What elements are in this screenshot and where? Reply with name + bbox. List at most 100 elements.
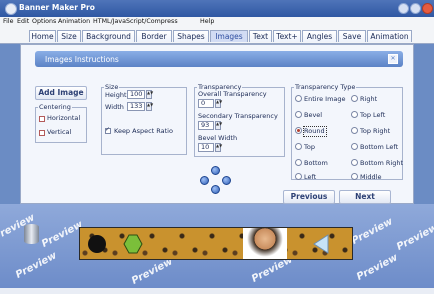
overall-transparency-input[interactable]: 0 (198, 99, 214, 108)
transparency-type-label: Transparency Type (294, 83, 357, 91)
keep-aspect-label: Keep Aspect Ratio (114, 127, 173, 135)
preview-watermark: Preview (130, 256, 175, 287)
move-down-icon[interactable] (211, 185, 220, 194)
bevel-width-stepper[interactable]: ▲▼ (215, 143, 222, 152)
horizontal-label: Horizontal (47, 114, 81, 122)
menu-bar: File Edit Options Animation HTML/JavaScr… (0, 17, 434, 28)
radio-entire-image-label: Entire Image (304, 95, 346, 103)
radio-top-right-label: Top Right (360, 127, 391, 135)
preview-watermark: Preview (40, 219, 85, 250)
radio-bottom-left-label: Bottom Left (360, 143, 399, 151)
tab-border[interactable]: Border (136, 30, 172, 42)
previous-button[interactable]: Previous (283, 190, 335, 204)
vertical-checkbox[interactable] (39, 130, 45, 136)
radio-bottom-right[interactable] (351, 159, 358, 166)
images-panel: Images Instructions ✕ Add Image Centerin… (20, 44, 414, 204)
radio-top[interactable] (295, 143, 302, 150)
width-stepper[interactable]: ▲▼ (146, 102, 153, 111)
radio-middle-label: Middle (360, 173, 382, 181)
bevel-width-label: Bevel Width (198, 134, 238, 142)
centering-label: Centering (38, 103, 72, 111)
radio-right-label: Right (360, 95, 378, 103)
height-stepper[interactable]: ▲▼ (146, 90, 153, 99)
overall-transparency-stepper[interactable]: ▲▼ (215, 99, 222, 108)
secondary-transparency-stepper[interactable]: ▲▼ (215, 121, 222, 130)
transparency-type-group: Transparency Type Entire Image Right Bev… (291, 83, 404, 181)
tab-angles[interactable]: Angles (302, 30, 337, 42)
tab-size[interactable]: Size (57, 30, 81, 42)
radio-top-left-label: Top Left (360, 111, 386, 119)
black-circle-shape (88, 235, 106, 253)
bevel-width-input[interactable]: 10 (198, 143, 214, 152)
add-image-button[interactable]: Add Image (35, 86, 87, 100)
radio-left[interactable] (295, 173, 302, 180)
tab-home[interactable]: Home (29, 30, 56, 42)
move-up-icon[interactable] (211, 166, 220, 175)
next-button[interactable]: Next (339, 190, 391, 204)
preview-watermark: Preview (395, 222, 434, 253)
radio-round-label: Round (304, 127, 325, 135)
menu-file[interactable]: File (3, 18, 14, 25)
preview-area: Preview Preview Preview Preview Preview … (0, 204, 434, 288)
radio-right[interactable] (351, 95, 358, 102)
horizontal-checkbox[interactable] (39, 116, 45, 122)
move-right-icon[interactable] (222, 176, 231, 185)
radio-top-left[interactable] (351, 111, 358, 118)
size-group: Size Height 100 ▲▼ Width 133 ▲▼ Keep Asp… (101, 83, 187, 155)
instructions-label: Images Instructions (45, 55, 119, 64)
banner-preview (79, 227, 353, 260)
app-icon (5, 3, 17, 15)
tab-bar: Home Size Background Border Shapes Image… (0, 28, 434, 44)
menu-animation[interactable]: Animation (58, 18, 90, 25)
radio-entire-image[interactable] (295, 95, 302, 102)
radio-bottom-left[interactable] (351, 143, 358, 150)
radio-top-right[interactable] (351, 127, 358, 134)
radio-middle[interactable] (351, 173, 358, 180)
green-hexagon-shape (123, 234, 143, 254)
radio-bevel[interactable] (295, 111, 302, 118)
preview-watermark: Preview (355, 252, 400, 283)
width-label: Width (105, 103, 124, 111)
maximize-button[interactable] (410, 3, 421, 14)
height-label: Height (105, 91, 127, 99)
radio-left-label: Left (304, 173, 317, 181)
child-photo (243, 228, 287, 259)
tab-text-plus[interactable]: Text+ (273, 30, 301, 42)
cylinder-icon (24, 224, 39, 244)
status-bar (0, 288, 434, 294)
secondary-transparency-input[interactable]: 93 (198, 121, 214, 130)
close-icon[interactable]: ✕ (388, 54, 398, 64)
radio-bottom[interactable] (295, 159, 302, 166)
radio-bottom-label: Bottom (304, 159, 328, 167)
secondary-transparency-label: Secondary Transparency (198, 112, 278, 120)
overall-transparency-label: Overall Transparency (198, 90, 267, 98)
preview-watermark: Preview (14, 250, 59, 281)
instructions-bar[interactable]: Images Instructions ✕ (35, 51, 403, 67)
radio-round[interactable] (295, 127, 302, 134)
tab-text[interactable]: Text (249, 30, 272, 42)
close-button[interactable] (422, 3, 433, 14)
tab-images[interactable]: Images (210, 30, 248, 42)
radio-bevel-label: Bevel (304, 111, 323, 119)
width-input[interactable]: 133 (127, 102, 145, 111)
move-left-icon[interactable] (200, 176, 209, 185)
tab-animation[interactable]: Animation (367, 30, 412, 42)
title-bar: Banner Maker Pro (0, 0, 434, 17)
minimize-button[interactable] (398, 3, 409, 14)
radio-top-label: Top (304, 143, 315, 151)
centering-group: Centering Horizontal Vertical (35, 103, 87, 143)
menu-options[interactable]: Options (32, 18, 56, 25)
tab-background[interactable]: Background (82, 30, 135, 42)
keep-aspect-checkbox[interactable] (105, 126, 111, 134)
size-label: Size (104, 83, 120, 91)
height-input[interactable]: 100 (127, 90, 145, 99)
window-title: Banner Maker Pro (19, 3, 95, 12)
vertical-label: Vertical (47, 128, 72, 136)
menu-help[interactable]: Help (200, 18, 214, 25)
radio-bottom-right-label: Bottom Right (360, 159, 404, 167)
transparency-group: Transparency Overall Transparency 0 ▲▼ S… (194, 83, 285, 157)
tab-shapes[interactable]: Shapes (173, 30, 209, 42)
tab-save[interactable]: Save (338, 30, 366, 42)
menu-html-js-compress[interactable]: HTML/JavaScript/Compress (93, 18, 178, 25)
menu-edit[interactable]: Edit (17, 18, 29, 25)
